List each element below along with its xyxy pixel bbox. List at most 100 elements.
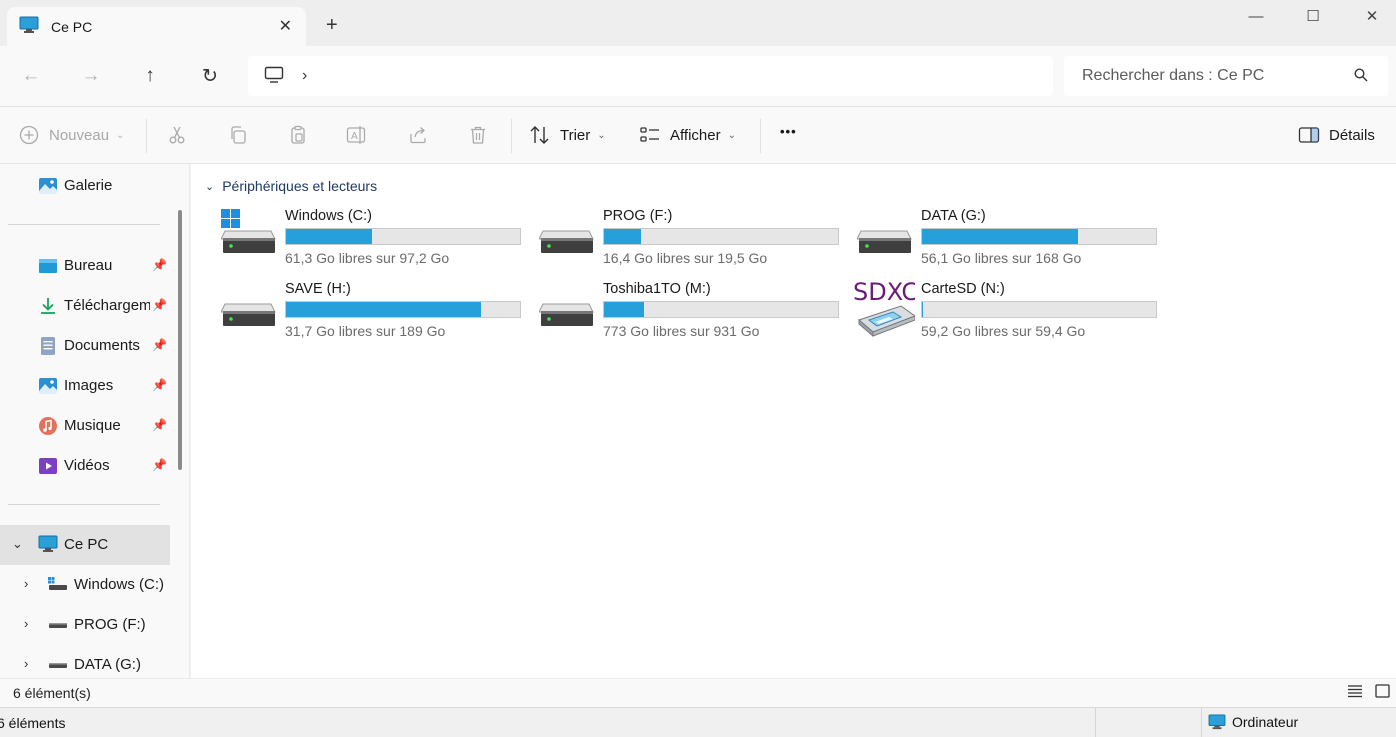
list-view-icon: [1348, 685, 1362, 698]
title-bar: Ce PC ✕ + — ☐ ✕: [0, 0, 1396, 46]
sidebar-item-label: DATA (G:): [74, 656, 141, 673]
sidebar-item-downloads[interactable]: Téléchargements 📌: [0, 286, 170, 326]
pin-icon: 📌: [152, 298, 167, 312]
drive-tile-h[interactable]: SAVE (H:) 31,7 Go libres sur 189 Go: [220, 280, 531, 344]
view-label: Afficher: [670, 126, 721, 144]
new-tab-button[interactable]: +: [326, 14, 338, 37]
drive-tile-n[interactable]: SDXC CarteSD (N:) 59,2 Go libres sur 59,…: [853, 278, 1167, 344]
drive-name: Toshiba1TO (M:): [603, 281, 711, 297]
details-pane-button[interactable]: Détails: [1298, 124, 1375, 146]
windows-drive-icon: [220, 207, 279, 263]
monitor-icon: [19, 16, 39, 37]
up-button[interactable]: ↑: [136, 62, 164, 90]
search-input[interactable]: [1064, 56, 1388, 96]
drive-usage-bar: [921, 228, 1157, 245]
minimize-button[interactable]: —: [1236, 4, 1276, 28]
sidebar-tree-drive-f[interactable]: › PROG (F:): [0, 605, 170, 645]
drive-usage-bar: [285, 228, 521, 245]
paste-button[interactable]: [287, 124, 309, 146]
new-button[interactable]: Nouveau ⌄: [18, 124, 124, 146]
drive-name: PROG (F:): [603, 208, 673, 224]
group-header[interactable]: ⌄ Périphériques et lecteurs: [205, 178, 377, 194]
chevron-right-icon[interactable]: ›: [24, 576, 28, 591]
tab-ce-pc[interactable]: Ce PC ✕: [7, 7, 306, 46]
forward-button[interactable]: →: [77, 62, 105, 90]
rename-icon: A: [346, 124, 368, 146]
tab-close-icon[interactable]: ✕: [279, 16, 292, 36]
drive-tile-c[interactable]: Windows (C:) 61,3 Go libres sur 97,2 Go: [220, 207, 531, 271]
sidebar-item-label: Windows (C:): [74, 576, 165, 593]
content-pane: ⌄ Périphériques et lecteurs Windows (C:)…: [191, 164, 1396, 678]
divider: [8, 504, 160, 505]
sidebar-tree-drive-c[interactable]: › Windows (C:): [0, 565, 170, 605]
status-bar: 6 élément(s): [0, 678, 1396, 707]
delete-button[interactable]: [467, 124, 489, 146]
sidebar-tree-drive-g[interactable]: › DATA (G:): [0, 645, 170, 678]
sidebar-item-videos[interactable]: Vidéos 📌: [0, 446, 170, 486]
drive-usage-fill: [922, 302, 923, 317]
pin-icon: 📌: [152, 258, 167, 272]
chevron-right-icon[interactable]: ›: [24, 616, 28, 631]
tiles-view-icon: [1375, 684, 1390, 698]
download-icon: [38, 296, 58, 316]
trash-icon: [467, 124, 489, 146]
sidebar-item-label: Téléchargements: [64, 297, 150, 314]
hard-drive-icon: [538, 280, 597, 336]
drive-free-space: 31,7 Go libres sur 189 Go: [285, 323, 446, 339]
copy-button[interactable]: [227, 124, 249, 146]
share-button[interactable]: [407, 124, 429, 146]
details-label: Détails: [1329, 126, 1375, 144]
drive-usage-fill: [922, 229, 1079, 244]
computer-label: Ordinateur: [1232, 714, 1299, 730]
view-button[interactable]: Afficher ⌄: [639, 124, 736, 146]
refresh-icon: ↻: [202, 65, 218, 87]
drive-name: Windows (C:): [285, 208, 373, 224]
sidebar-item-label: Documents: [64, 337, 140, 354]
drive-free-space: 16,4 Go libres sur 19,5 Go: [603, 250, 768, 266]
pin-icon: 📌: [152, 418, 167, 432]
drive-free-space: 773 Go libres sur 931 Go: [603, 323, 760, 339]
monitor-icon: [1208, 714, 1226, 730]
tab-title: Ce PC: [51, 18, 93, 35]
drive-usage-fill: [286, 229, 373, 244]
drive-tile-g[interactable]: DATA (G:) 56,1 Go libres sur 168 Go: [856, 207, 1167, 271]
sidebar-item-label: Galerie: [64, 177, 113, 194]
legacy-status-bar: 6 éléments Ordinateur: [0, 707, 1396, 737]
details-view-button[interactable]: [1347, 684, 1363, 702]
sidebar-scrollbar[interactable]: [178, 210, 182, 470]
gallery-icon: [38, 176, 58, 196]
drive-tile-m[interactable]: Toshiba1TO (M:) 773 Go libres sur 931 Go: [538, 280, 849, 344]
sidebar-item-desktop[interactable]: Bureau 📌: [0, 246, 170, 286]
pin-icon: 📌: [152, 378, 167, 392]
address-bar[interactable]: ›: [248, 56, 1053, 96]
videos-icon: [38, 456, 58, 476]
sidebar-item-this-pc[interactable]: ⌄ Ce PC: [0, 525, 170, 565]
drive-tile-f[interactable]: PROG (F:) 16,4 Go libres sur 19,5 Go: [538, 207, 849, 271]
sidebar-item-label: Images: [64, 377, 114, 394]
sort-button[interactable]: Trier ⌄: [529, 124, 606, 146]
hard-drive-icon: [48, 655, 68, 675]
sidebar-item-music[interactable]: Musique 📌: [0, 406, 170, 446]
more-options-button[interactable]: •••: [780, 124, 797, 139]
sidebar-item-images[interactable]: Images 📌: [0, 366, 170, 406]
chevron-down-icon[interactable]: ⌄: [12, 536, 23, 552]
sort-arrows-icon: [529, 124, 551, 146]
refresh-button[interactable]: ↻: [196, 62, 224, 90]
windows-drive-icon: [48, 575, 68, 595]
maximize-button[interactable]: ☐: [1293, 4, 1333, 28]
arrow-right-icon: →: [81, 65, 101, 86]
sidebar-item-gallery[interactable]: Galerie: [0, 166, 170, 206]
close-button[interactable]: ✕: [1352, 4, 1392, 28]
back-button[interactable]: ←: [17, 62, 45, 90]
search-icon[interactable]: [1354, 68, 1368, 85]
cut-button[interactable]: [166, 124, 188, 146]
computer-zone: Ordinateur: [1208, 714, 1298, 730]
sidebar-item-label: Vidéos: [64, 457, 110, 474]
sidebar-item-documents[interactable]: Documents 📌: [0, 326, 170, 366]
rename-button[interactable]: A: [346, 124, 368, 146]
new-label: Nouveau: [49, 126, 110, 144]
chevron-right-icon[interactable]: ›: [24, 656, 28, 671]
arrow-left-icon: ←: [21, 65, 41, 86]
breadcrumb-chevron-icon[interactable]: ›: [302, 67, 307, 85]
tiles-view-button[interactable]: [1375, 684, 1390, 702]
